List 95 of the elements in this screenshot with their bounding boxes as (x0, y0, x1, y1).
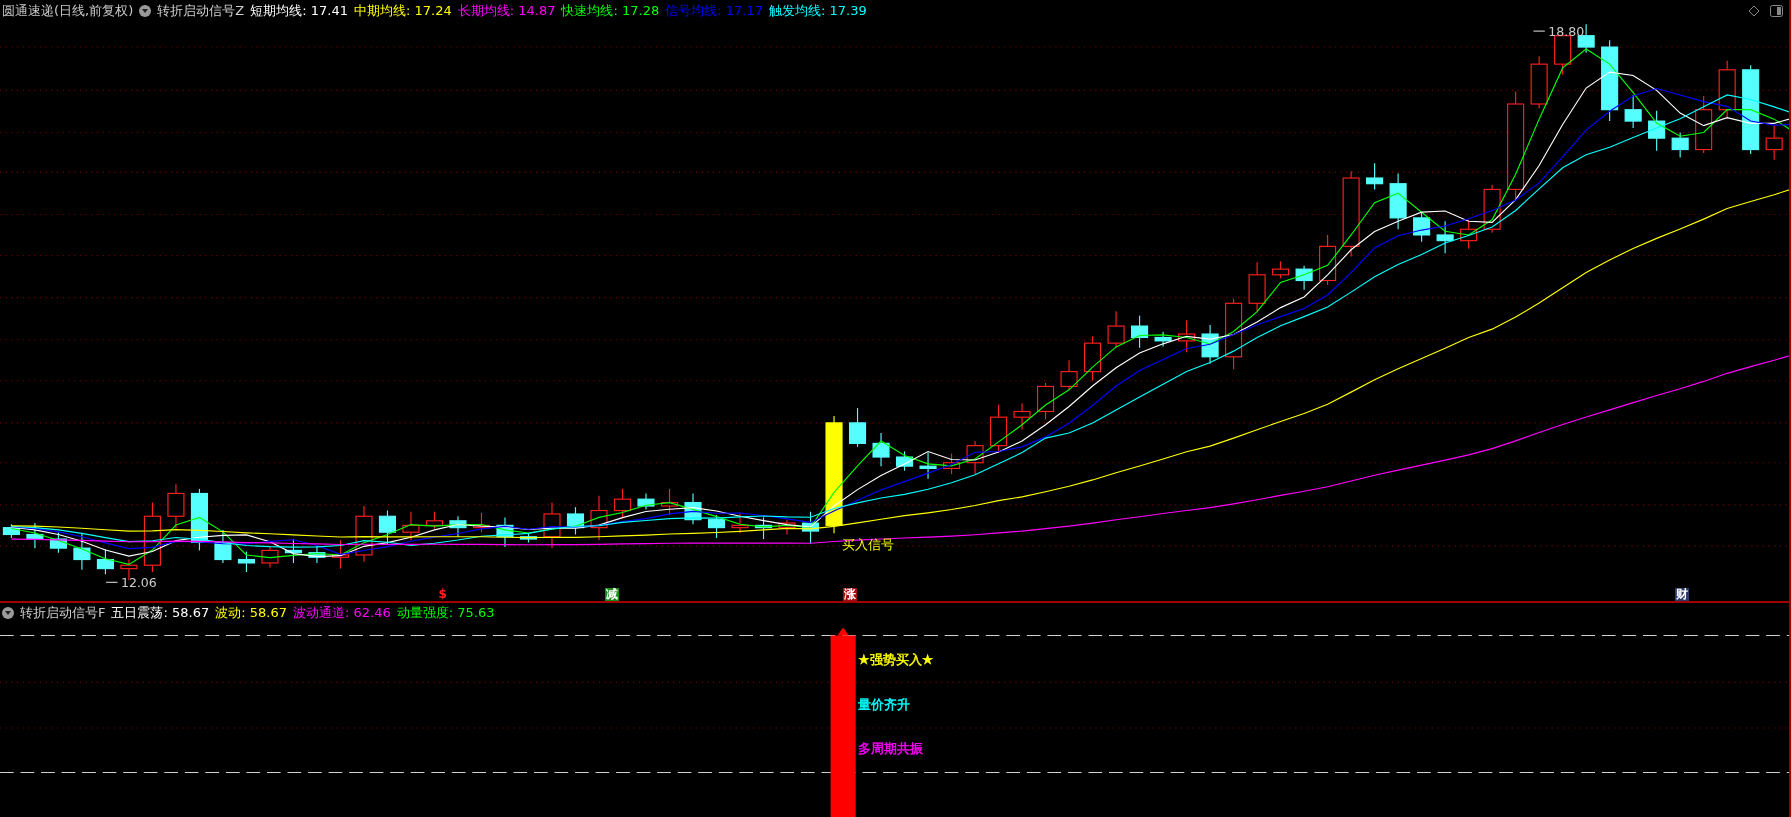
leader-line (1532, 30, 1546, 32)
candlestick (496, 516, 514, 548)
candlestick (308, 545, 326, 564)
candlestick (1154, 331, 1172, 348)
candlestick (966, 440, 984, 475)
candlestick (895, 450, 914, 472)
candlestick (49, 531, 67, 554)
collapse-icon[interactable] (139, 5, 152, 17)
candlestick (472, 512, 491, 533)
candlestick (143, 502, 161, 573)
candlestick (848, 407, 867, 448)
leader-line (105, 581, 119, 583)
candlestick (637, 492, 655, 510)
indicator-value: 信号均线: 17.17 (665, 2, 763, 21)
indicator-value: 波动通道: 62.46 (293, 604, 391, 623)
candlestick (1671, 131, 1689, 159)
collapse-icon[interactable] (2, 607, 14, 619)
candlestick (449, 515, 467, 538)
candlestick (284, 538, 302, 564)
candlestick (1178, 319, 1196, 353)
candlestick (1718, 60, 1736, 120)
candlestick (1319, 234, 1337, 286)
candlestick (943, 453, 961, 475)
indicator-value: 五日震荡: 58.67 (111, 604, 210, 623)
candlestick (1013, 402, 1031, 431)
candlestick (331, 539, 349, 570)
event-marker[interactable]: 财 (1675, 588, 1690, 601)
candlestick (1272, 260, 1290, 279)
candlestick (1248, 261, 1266, 312)
candlestick (1648, 110, 1666, 152)
candlestick (167, 483, 185, 530)
candlestick (519, 532, 538, 544)
candlestick (1624, 94, 1642, 129)
candlestick (919, 451, 937, 480)
candlestick (801, 511, 820, 545)
event-marker[interactable]: 涨 (842, 588, 857, 601)
candlestick (1084, 335, 1102, 382)
candlestick (2, 523, 20, 539)
candlestick (1107, 310, 1125, 349)
candlestick (590, 495, 608, 541)
candlestick (237, 551, 255, 573)
event-marker[interactable]: 减 (605, 588, 620, 601)
candlestick (402, 511, 420, 541)
candlestick (778, 519, 796, 536)
candlestick (660, 488, 679, 516)
candlestick (26, 522, 44, 549)
instrument-title: 圆通速递(日线,前复权) (2, 2, 134, 21)
candlestick (1295, 265, 1313, 291)
candlestick (543, 502, 561, 549)
signal-text: 量价齐升 (858, 696, 910, 712)
candlestick (355, 505, 373, 563)
candlestick (1436, 220, 1454, 254)
indicator-value: 中期均线: 17.24 (353, 2, 452, 21)
candlestick (1413, 211, 1431, 243)
candlestick (613, 488, 632, 520)
candlestick (684, 492, 702, 525)
candlestick (214, 529, 232, 564)
event-marker[interactable]: $ (437, 588, 448, 601)
candlestick (990, 404, 1008, 454)
high-price-label: 18.80 (1548, 23, 1585, 39)
candlestick (872, 432, 890, 467)
candlestick (1060, 359, 1078, 391)
buy-signal-label: 买入信号 (842, 537, 895, 553)
indicator-value: 触发均线: 17.39 (768, 2, 867, 21)
candlestick (1037, 382, 1055, 420)
candlestick (731, 512, 749, 534)
indicator-value: 波动: 58.67 (215, 604, 287, 623)
candlestick (1530, 55, 1548, 110)
candlestick (707, 514, 726, 539)
candlestick (1765, 125, 1783, 161)
candlestick (261, 546, 279, 569)
candlestick (1131, 315, 1149, 349)
candlestick (1366, 162, 1384, 190)
candlestick (425, 511, 444, 530)
candlestick (1201, 324, 1219, 365)
diamond-icon[interactable] (1748, 5, 1760, 17)
signal-text: ★强势买入★ (858, 652, 934, 668)
indicator-name: 转折启动信号Z (157, 2, 245, 21)
candlestick (754, 516, 773, 540)
candlestick (73, 532, 91, 571)
low-price-label: 12.06 (120, 574, 157, 588)
signal-text: 多周期共振 (858, 741, 923, 757)
indicator-value: 短期均线: 17.41 (250, 2, 348, 21)
candlestick (1695, 95, 1713, 154)
candlestick (378, 510, 396, 546)
candlestick (96, 548, 114, 575)
candlestick (566, 506, 585, 536)
indicator-value: 动量强度: 75.63 (396, 604, 495, 623)
indicator-name: 转折启动信号F (20, 604, 106, 623)
candlestick (1460, 219, 1478, 250)
indicator-value: 长期均线: 14.87 (457, 2, 556, 21)
candlestick (1225, 298, 1243, 370)
candlestick (1389, 172, 1407, 230)
indicator-value: 快速均线: 17.28 (561, 2, 660, 21)
panel-toggle-icon[interactable] (1770, 5, 1783, 17)
